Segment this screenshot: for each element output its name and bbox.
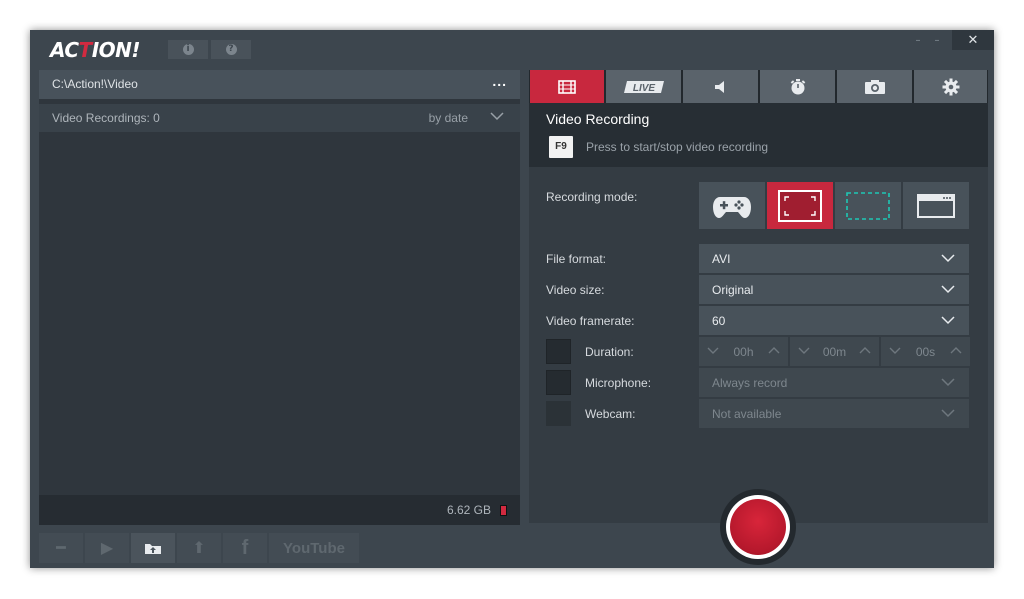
section-title: Video Recording xyxy=(546,111,650,127)
svg-text:LIVE: LIVE xyxy=(632,83,655,94)
hotkey-badge[interactable]: F9 xyxy=(549,136,573,158)
mode-area-button[interactable] xyxy=(835,182,901,229)
duration-seconds-stepper[interactable]: 00s xyxy=(881,337,970,366)
recordings-count: Video Recordings: 0 xyxy=(52,111,160,125)
free-space: 6.62 GB xyxy=(446,503,491,517)
upload-icon: ⬆ xyxy=(192,540,206,557)
live-icon: LIVE xyxy=(623,80,664,94)
webcam-label: Webcam: xyxy=(585,407,636,421)
browse-folder-button[interactable]: ... xyxy=(492,73,507,89)
duration-checkbox[interactable] xyxy=(546,339,571,364)
play-icon: ▶ xyxy=(100,540,114,557)
tab-video-recording[interactable] xyxy=(530,70,604,103)
tab-settings[interactable] xyxy=(914,70,987,103)
chevron-up-icon[interactable] xyxy=(859,346,871,354)
hotkey-hint: Press to start/stop video recording xyxy=(586,140,769,154)
minimize-small-button[interactable]: – xyxy=(910,30,926,50)
video-size-value: Original xyxy=(712,283,754,297)
mode-window-button[interactable] xyxy=(903,182,969,229)
microphone-label: Microphone: xyxy=(585,376,652,390)
microphone-checkbox[interactable] xyxy=(546,370,571,395)
facebook-button[interactable]: f xyxy=(223,533,267,563)
minimize-button[interactable]: – xyxy=(928,30,946,50)
tab-benchmark[interactable] xyxy=(760,70,835,103)
record-button[interactable] xyxy=(730,499,786,555)
chevron-down-icon xyxy=(941,316,955,325)
film-icon xyxy=(558,79,576,94)
duration-label: Duration: xyxy=(585,345,634,359)
framerate-select[interactable]: 60 xyxy=(699,306,969,335)
title-bar: ACTION! i ? – – ✕ xyxy=(30,30,994,68)
microphone-value: Always record xyxy=(712,376,788,390)
framerate-value: 60 xyxy=(712,314,726,328)
video-size-select[interactable]: Original xyxy=(699,275,969,304)
close-button[interactable]: ✕ xyxy=(952,30,994,50)
gamepad-icon xyxy=(713,196,751,218)
info-icon: i xyxy=(182,44,194,55)
video-size-label: Video size: xyxy=(546,283,605,297)
folder-path: C:\Action!\Video xyxy=(52,77,138,91)
webcam-select[interactable]: Not available xyxy=(699,399,969,428)
app-logo: ACTION! xyxy=(50,38,141,62)
speaker-icon xyxy=(714,80,724,93)
facebook-icon: f xyxy=(241,536,249,559)
youtube-icon: YouTube xyxy=(283,539,345,557)
webcam-checkbox[interactable] xyxy=(546,401,571,426)
recording-mode-label: Recording mode: xyxy=(546,190,638,204)
minus-icon: ━ xyxy=(56,540,66,557)
file-format-label: File format: xyxy=(546,252,607,266)
drive-icon xyxy=(500,505,507,516)
sort-dropdown[interactable]: by date xyxy=(429,111,468,125)
folder-upload-icon xyxy=(145,544,161,554)
chevron-up-icon[interactable] xyxy=(768,346,780,354)
section-header: Video Recording F9 Press to start/stop v… xyxy=(529,103,988,167)
tab-audio[interactable] xyxy=(683,70,758,103)
youtube-button[interactable]: YouTube xyxy=(269,533,359,563)
info-button[interactable]: i xyxy=(168,40,208,59)
chevron-down-icon xyxy=(941,378,955,387)
folder-path-bar[interactable]: C:\Action!\Video ... xyxy=(39,70,520,99)
storage-bar: 6.62 GB xyxy=(39,495,520,525)
mode-game-button[interactable] xyxy=(699,182,765,229)
tab-bar: LIVE xyxy=(529,70,988,103)
settings-panel: LIVE Video Recording F9 Press to start/s… xyxy=(529,70,988,523)
framerate-label: Video framerate: xyxy=(546,314,635,328)
stopwatch-icon xyxy=(790,78,805,94)
chevron-down-icon xyxy=(941,409,955,418)
recordings-toolbar: ━ ▶ ⬆ f YouTube xyxy=(39,533,359,563)
chevron-down-icon[interactable] xyxy=(490,112,504,121)
record-button-ring xyxy=(726,495,790,559)
help-button[interactable]: ? xyxy=(211,40,251,59)
gear-icon xyxy=(942,78,959,95)
camera-icon xyxy=(864,79,885,94)
upload-button[interactable]: ⬆ xyxy=(177,533,221,563)
file-format-select[interactable]: AVI xyxy=(699,244,969,273)
duration-hours-stepper[interactable]: 00h xyxy=(699,337,788,366)
recordings-panel: C:\Action!\Video ... Video Recordings: 0… xyxy=(39,70,520,525)
file-format-value: AVI xyxy=(712,252,731,266)
chevron-down-icon xyxy=(941,254,955,263)
chevron-down-icon xyxy=(941,285,955,294)
open-folder-button[interactable] xyxy=(131,533,175,563)
duration-minutes-stepper[interactable]: 00m xyxy=(790,337,879,366)
tab-live[interactable]: LIVE xyxy=(606,70,681,103)
help-icon: ? xyxy=(225,44,237,55)
delete-button[interactable]: ━ xyxy=(39,533,83,563)
window-icon xyxy=(917,193,955,218)
tab-screenshot[interactable] xyxy=(837,70,912,103)
chevron-up-icon[interactable] xyxy=(950,346,962,354)
microphone-select[interactable]: Always record xyxy=(699,368,969,397)
fullscreen-icon xyxy=(778,189,822,222)
webcam-value: Not available xyxy=(712,407,782,421)
play-button[interactable]: ▶ xyxy=(85,533,129,563)
mode-fullscreen-button[interactable] xyxy=(767,182,833,229)
recordings-header: Video Recordings: 0 by date xyxy=(39,104,520,132)
record-button-frame xyxy=(720,489,796,565)
app-window: ACTION! i ? – – ✕ C:\Action!\Video ... V… xyxy=(30,30,994,568)
select-area-icon xyxy=(846,191,890,220)
